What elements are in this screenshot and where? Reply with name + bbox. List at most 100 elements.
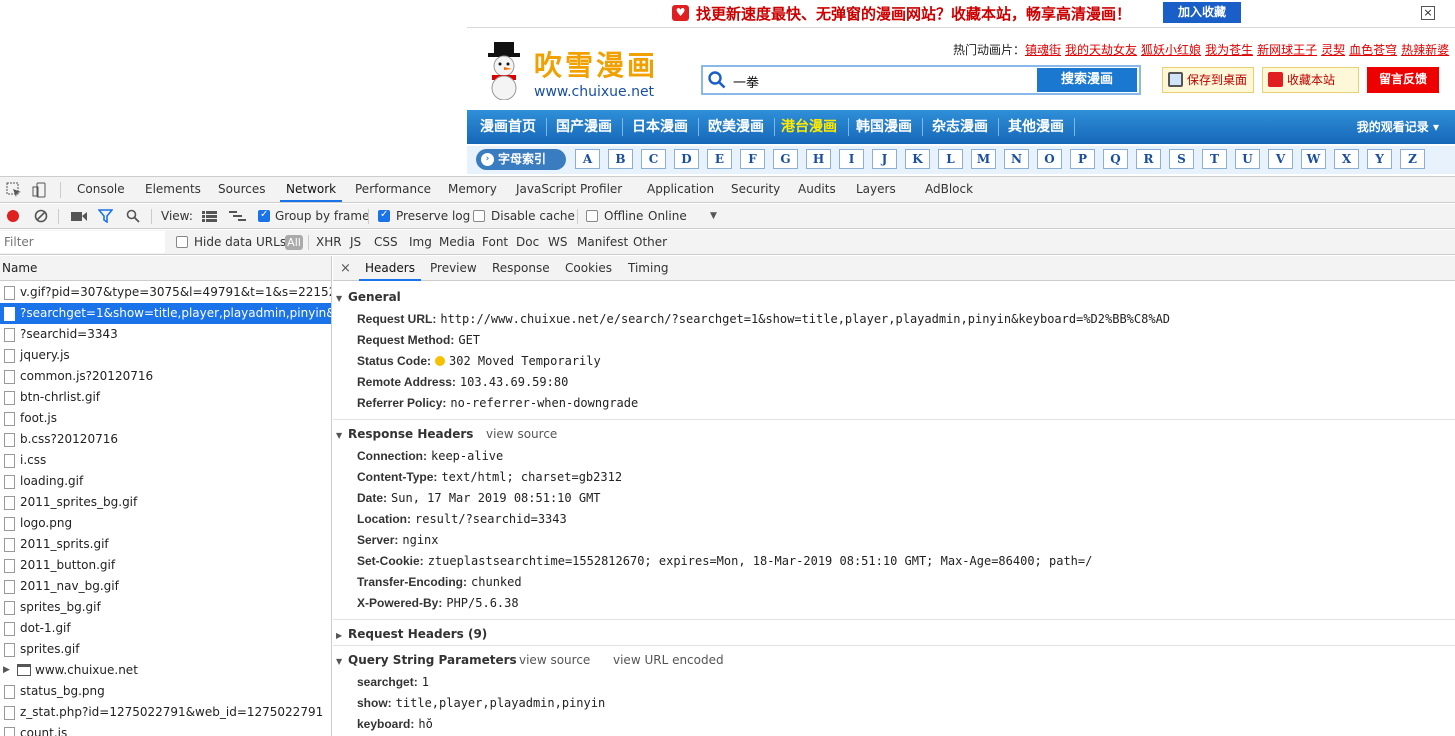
- filter-type-ws[interactable]: WS: [548, 230, 567, 255]
- nav-item[interactable]: 日本漫画: [632, 110, 688, 144]
- letter-link[interactable]: U: [1235, 149, 1260, 169]
- request-row[interactable]: i.css: [0, 450, 331, 471]
- filter-type-other[interactable]: Other: [633, 230, 667, 255]
- nav-item[interactable]: 韩国漫画: [856, 110, 912, 144]
- letter-link[interactable]: A: [575, 149, 600, 169]
- expand-arrow-icon[interactable]: ▶: [3, 660, 10, 681]
- letter-link[interactable]: F: [740, 149, 765, 169]
- filter-type-img[interactable]: Img: [409, 230, 432, 255]
- filter-type-js[interactable]: JS: [350, 230, 361, 255]
- general-section-header[interactable]: ▼ General: [336, 290, 401, 304]
- request-row[interactable]: v.gif?pid=307&type=3075&l=49791&t=1&s=22…: [0, 282, 331, 303]
- tab-javascript-profiler[interactable]: JavaScript Profiler: [510, 177, 628, 202]
- letter-link[interactable]: M: [971, 149, 996, 169]
- nav-item[interactable]: 欧美漫画: [708, 110, 764, 144]
- inspect-element-icon[interactable]: [6, 182, 22, 198]
- save-to-desktop-button[interactable]: 保存到桌面: [1162, 67, 1254, 93]
- letter-link[interactable]: G: [773, 149, 798, 169]
- filter-type-all[interactable]: All: [285, 235, 303, 250]
- request-row-selected[interactable]: ?searchget=1&show=title,player,playadmin…: [0, 303, 331, 324]
- letter-link[interactable]: I: [839, 149, 864, 169]
- request-row[interactable]: z_stat.php?id=1275022791&web_id=12750227…: [0, 702, 331, 723]
- nav-item[interactable]: 国产漫画: [556, 110, 612, 144]
- filter-type-css[interactable]: CSS: [374, 230, 398, 255]
- filter-type-media[interactable]: Media: [439, 230, 475, 255]
- tab-response[interactable]: Response: [486, 256, 556, 281]
- device-toolbar-icon[interactable]: [32, 182, 48, 198]
- filter-type-manifest[interactable]: Manifest: [577, 230, 628, 255]
- request-row[interactable]: 2011_sprites_bg.gif: [0, 492, 331, 513]
- nav-item[interactable]: 漫画首页: [480, 110, 536, 144]
- favorite-site-button[interactable]: 收藏本站: [1262, 67, 1359, 93]
- tab-preview[interactable]: Preview: [424, 256, 483, 281]
- letter-link[interactable]: Y: [1367, 149, 1392, 169]
- letter-link[interactable]: E: [707, 149, 732, 169]
- filter-input[interactable]: [0, 231, 165, 253]
- filter-type-doc[interactable]: Doc: [516, 230, 539, 255]
- request-headers-section-header[interactable]: ▶ Request Headers (9): [336, 627, 487, 641]
- record-icon[interactable]: [6, 209, 20, 223]
- letter-link[interactable]: N: [1004, 149, 1029, 169]
- letter-link[interactable]: J: [872, 149, 897, 169]
- tab-network[interactable]: Network: [280, 177, 343, 202]
- request-row[interactable]: loading.gif: [0, 471, 331, 492]
- letter-link[interactable]: W: [1301, 149, 1326, 169]
- throttling-select[interactable]: Online: [648, 204, 687, 229]
- hot-link[interactable]: 热辣新婆: [1401, 43, 1449, 57]
- hot-link[interactable]: 我的天劫女友: [1065, 43, 1137, 57]
- search-input[interactable]: 一拳: [733, 72, 759, 91]
- tab-timing[interactable]: Timing: [622, 256, 675, 281]
- request-row[interactable]: logo.png: [0, 513, 331, 534]
- view-url-encoded-link[interactable]: view URL encoded: [613, 653, 724, 667]
- nav-item[interactable]: 其他漫画: [1008, 110, 1064, 144]
- site-search-box[interactable]: 一拳 搜索漫画: [701, 65, 1141, 95]
- chevron-down-icon[interactable]: ▼: [710, 204, 717, 229]
- request-row[interactable]: 2011_button.gif: [0, 555, 331, 576]
- query-params-section-header[interactable]: ▼ Query String Parameters: [336, 653, 517, 667]
- request-row[interactable]: common.js?20120716: [0, 366, 331, 387]
- tab-elements[interactable]: Elements: [139, 177, 207, 202]
- search-icon[interactable]: [126, 209, 140, 223]
- request-row[interactable]: btn-chrlist.gif: [0, 387, 331, 408]
- letter-link[interactable]: X: [1334, 149, 1359, 169]
- view-source-link[interactable]: view source: [486, 427, 557, 441]
- hot-link[interactable]: 镇魂街: [1025, 43, 1061, 57]
- request-row[interactable]: sprites_bg.gif: [0, 597, 331, 618]
- letter-link[interactable]: V: [1268, 149, 1293, 169]
- clear-icon[interactable]: [34, 209, 48, 223]
- offline-checkbox[interactable]: [586, 210, 598, 222]
- disable-cache-checkbox[interactable]: [473, 210, 485, 222]
- tab-layers[interactable]: Layers: [850, 177, 902, 202]
- tab-application[interactable]: Application: [641, 177, 720, 202]
- large-rows-icon[interactable]: [202, 211, 217, 222]
- group-by-frame-checkbox[interactable]: [258, 209, 270, 222]
- letter-link[interactable]: B: [608, 149, 633, 169]
- letter-link[interactable]: R: [1136, 149, 1161, 169]
- tab-memory[interactable]: Memory: [442, 177, 503, 202]
- add-favorite-button[interactable]: 加入收藏: [1163, 2, 1241, 23]
- letter-link[interactable]: D: [674, 149, 699, 169]
- filter-icon[interactable]: [98, 209, 113, 223]
- letter-link[interactable]: S: [1169, 149, 1194, 169]
- hide-data-urls-checkbox[interactable]: [176, 236, 188, 248]
- nav-item[interactable]: 杂志漫画: [932, 110, 988, 144]
- tab-audits[interactable]: Audits: [792, 177, 842, 202]
- waterfall-overview-icon[interactable]: [229, 211, 246, 222]
- request-row[interactable]: status_bg.png: [0, 681, 331, 702]
- letter-link[interactable]: O: [1037, 149, 1062, 169]
- response-headers-section-header[interactable]: ▼ Response Headers: [336, 427, 473, 441]
- hot-link[interactable]: 灵契: [1321, 43, 1345, 57]
- letter-link[interactable]: P: [1070, 149, 1095, 169]
- name-column-header[interactable]: Name: [0, 256, 331, 281]
- request-row[interactable]: sprites.gif: [0, 639, 331, 660]
- letter-link[interactable]: C: [641, 149, 666, 169]
- request-row[interactable]: foot.js: [0, 408, 331, 429]
- request-row[interactable]: 2011_sprits.gif: [0, 534, 331, 555]
- tab-adblock[interactable]: AdBlock: [919, 177, 979, 202]
- nav-item-active[interactable]: 港台漫画: [781, 110, 837, 144]
- feedback-button[interactable]: 留言反馈: [1367, 67, 1439, 93]
- tab-sources[interactable]: Sources: [212, 177, 271, 202]
- site-logo[interactable]: 吹雪漫画 www.chuixue.net: [484, 40, 674, 102]
- viewing-history-dropdown[interactable]: 我的观看记录 ▾: [1357, 110, 1439, 144]
- hot-link[interactable]: 新网球王子: [1257, 43, 1317, 57]
